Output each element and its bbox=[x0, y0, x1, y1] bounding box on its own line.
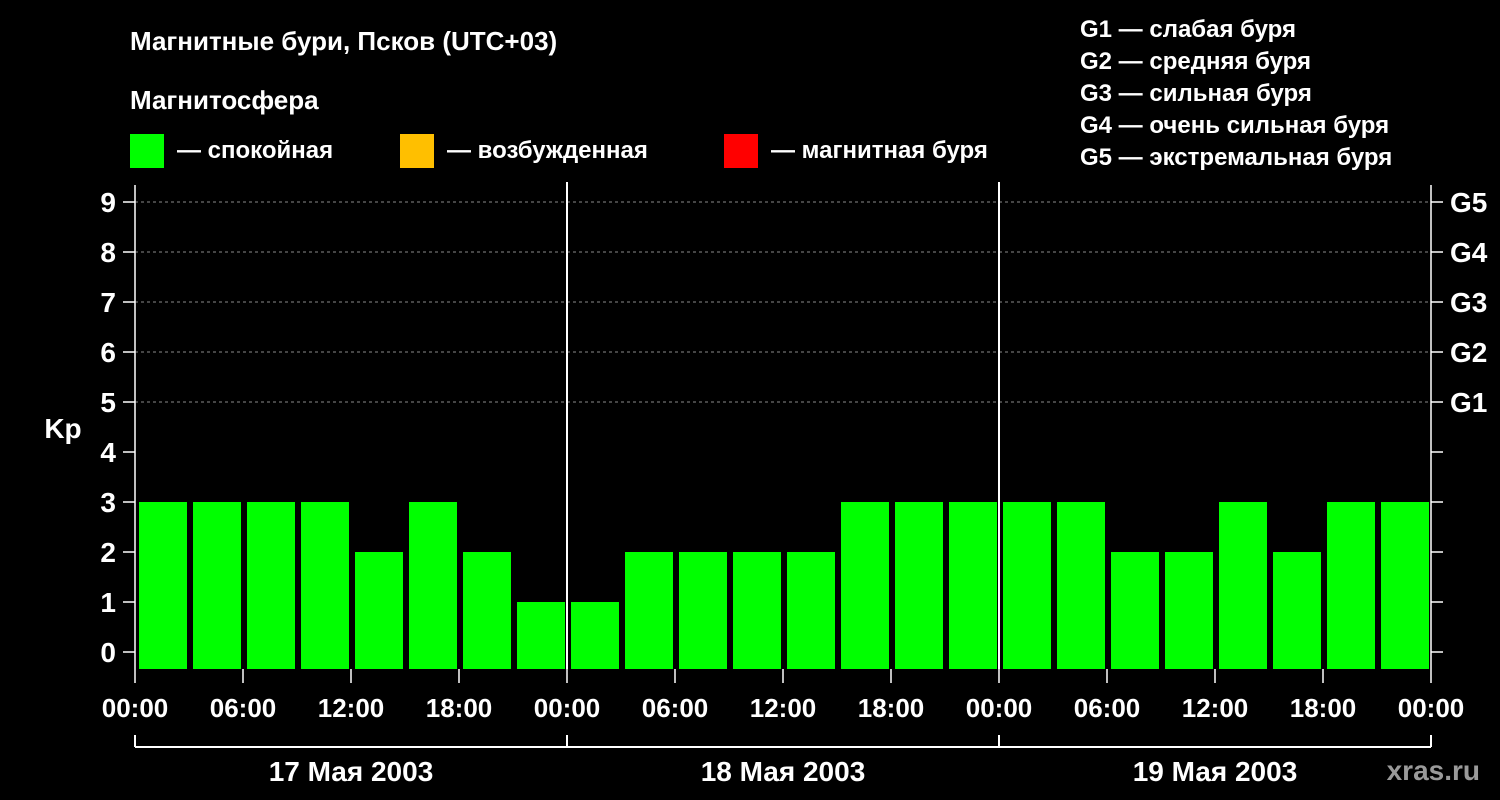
bar-4 bbox=[301, 502, 349, 669]
y-tick-label-7: 7 bbox=[100, 287, 116, 318]
x-tick-label-3: 12:00 bbox=[318, 693, 385, 723]
x-tick-label-9: 00:00 bbox=[966, 693, 1033, 723]
bar-10 bbox=[625, 552, 673, 669]
legend-label-2: — возбужденная bbox=[447, 137, 648, 164]
bar-2 bbox=[193, 502, 241, 669]
bar-17 bbox=[1003, 502, 1051, 669]
legend-label-1: — спокойная bbox=[177, 137, 333, 164]
bar-6 bbox=[409, 502, 457, 669]
x-tick-label-12: 18:00 bbox=[1290, 693, 1357, 723]
bar-3 bbox=[247, 502, 295, 669]
x-tick-label-1: 00:00 bbox=[102, 693, 169, 723]
bar-7 bbox=[463, 552, 511, 669]
grid-lines bbox=[135, 201, 1431, 403]
bar-21 bbox=[1219, 502, 1267, 669]
storm-scale-item-2: G2 — средняя буря bbox=[1080, 48, 1311, 75]
x-tick-label-2: 06:00 bbox=[210, 693, 277, 723]
bar-16 bbox=[949, 502, 997, 669]
y-tick-label-2: 2 bbox=[100, 537, 116, 568]
y-tick-label-0: 0 bbox=[100, 637, 116, 668]
bar-22 bbox=[1273, 552, 1321, 669]
y-tick-label-8: 8 bbox=[100, 237, 116, 268]
y-tick-label-9: 9 bbox=[100, 187, 116, 218]
bar-series bbox=[139, 502, 1429, 669]
storm-scale-item-5: G5 — экстремальная буря bbox=[1080, 144, 1392, 171]
right-axis-label-G5: G5 bbox=[1450, 187, 1487, 218]
bar-1 bbox=[139, 502, 187, 669]
legend-swatch-1 bbox=[130, 134, 164, 168]
storm-scale-list: G1 — слабая буря G2 — средняя буря G3 — си… bbox=[1080, 16, 1392, 171]
x-tick-label-7: 12:00 bbox=[750, 693, 817, 723]
x-tick-label-6: 06:00 bbox=[642, 693, 709, 723]
bar-19 bbox=[1111, 552, 1159, 669]
bar-15 bbox=[895, 502, 943, 669]
right-axis-label-G4: G4 bbox=[1450, 237, 1488, 268]
y-tick-label-1: 1 bbox=[100, 587, 116, 618]
x-tick-label-13: 00:00 bbox=[1398, 693, 1465, 723]
watermark: xras.ru bbox=[1387, 755, 1480, 786]
bar-18 bbox=[1057, 502, 1105, 669]
legend-heading: Магнитосфера bbox=[130, 85, 319, 115]
bar-11 bbox=[679, 552, 727, 669]
bar-12 bbox=[733, 552, 781, 669]
bar-23 bbox=[1327, 502, 1375, 669]
kp-chart-page: Магнитные бури, Псков (UTC+03) Магнитосф… bbox=[0, 0, 1500, 800]
right-axis-label-G2: G2 bbox=[1450, 337, 1487, 368]
chart-title: Магнитные бури, Псков (UTC+03) bbox=[130, 26, 557, 56]
y-tick-label-5: 5 bbox=[100, 387, 116, 418]
storm-scale-item-4: G4 — очень сильная буря bbox=[1080, 112, 1389, 139]
legend-label-3: — магнитная буря bbox=[771, 137, 988, 164]
kp-bar-chart: Магнитные бури, Псков (UTC+03) Магнитосф… bbox=[44, 16, 1488, 787]
legend-swatch-3 bbox=[724, 134, 758, 168]
bar-9 bbox=[571, 602, 619, 669]
bar-20 bbox=[1165, 552, 1213, 669]
bar-5 bbox=[355, 552, 403, 669]
bar-24 bbox=[1381, 502, 1429, 669]
bar-13 bbox=[787, 552, 835, 669]
x-tick-label-11: 12:00 bbox=[1182, 693, 1249, 723]
y-tick-label-4: 4 bbox=[100, 437, 116, 468]
y-tick-label-3: 3 bbox=[100, 487, 116, 518]
bar-14 bbox=[841, 502, 889, 669]
day-label-2: 18 Мая 2003 bbox=[701, 756, 866, 787]
bar-8 bbox=[517, 602, 565, 669]
y-tick-label-6: 6 bbox=[100, 337, 116, 368]
x-tick-label-10: 06:00 bbox=[1074, 693, 1141, 723]
right-axis-label-G3: G3 bbox=[1450, 287, 1487, 318]
storm-scale-item-1: G1 — слабая буря bbox=[1080, 16, 1296, 43]
legend: — спокойная — возбужденная — магнитная бур… bbox=[130, 134, 988, 168]
right-axis-label-G1: G1 bbox=[1450, 387, 1487, 418]
x-tick-label-5: 00:00 bbox=[534, 693, 601, 723]
day-label-3: 19 Мая 2003 bbox=[1133, 756, 1298, 787]
day-label-1: 17 Мая 2003 bbox=[269, 756, 434, 787]
x-tick-label-4: 18:00 bbox=[426, 693, 493, 723]
legend-swatch-2 bbox=[400, 134, 434, 168]
storm-scale-item-3: G3 — сильная буря bbox=[1080, 80, 1312, 107]
y-axis-label: Kp bbox=[44, 413, 81, 444]
axes: 0 1 2 3 4 5 6 7 8 9 G1 G2 G3 G4 G5 00:00 06:00 12:00 18:00… bbox=[100, 182, 1488, 787]
x-tick-label-8: 18:00 bbox=[858, 693, 925, 723]
